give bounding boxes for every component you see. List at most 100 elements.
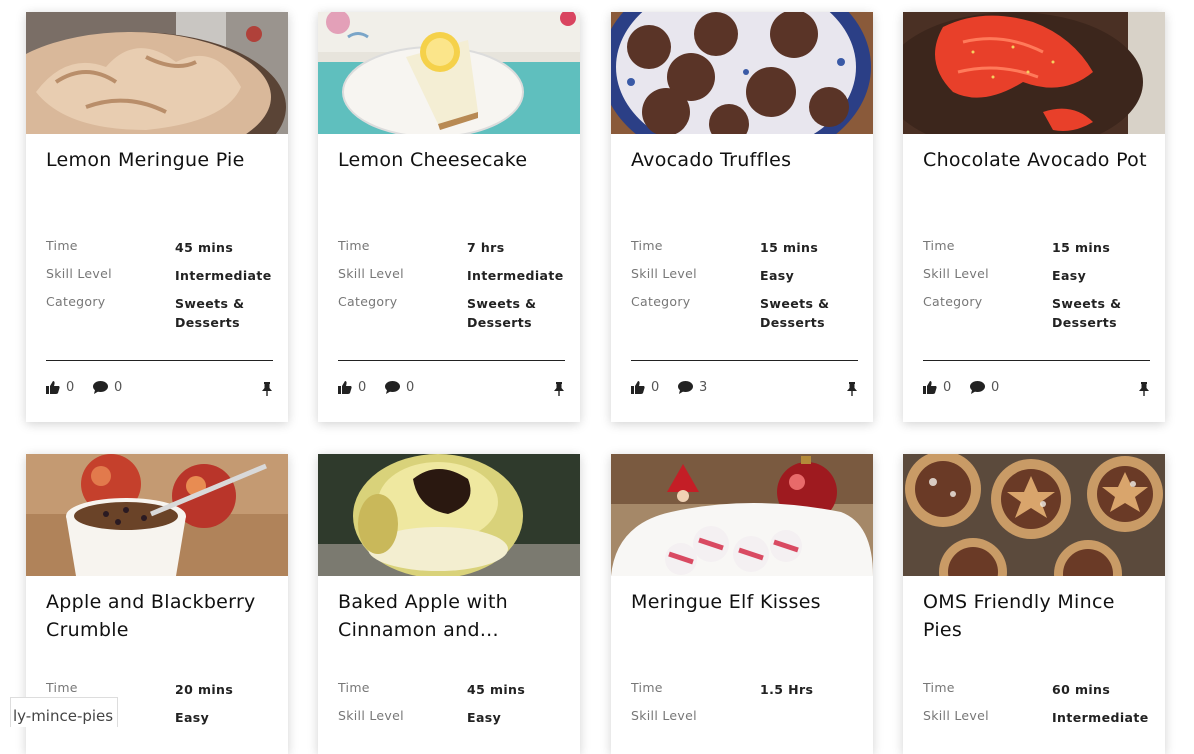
status-bar-url: ly-mince-pies	[10, 697, 119, 727]
recipe-meta: Time 7 hrs Skill Level Intermediate Catego…	[338, 238, 566, 338]
recipe-meta: Time 15 mins Skill Level Easy Category Swee…	[923, 238, 1151, 338]
skill-label: Skill Level	[923, 266, 989, 281]
recipe-meta: Time 45 mins Skill Level Easy	[338, 680, 566, 736]
card-actions: 0 0	[338, 380, 565, 400]
time-label: Time	[923, 238, 955, 253]
recipe-card[interactable]: Lemon Meringue Pie Time 45 mins Skill Lev…	[26, 12, 288, 422]
recipe-grid: Lemon Meringue Pie Time 45 mins Skill Lev…	[0, 0, 1194, 754]
thumbs-up-icon	[46, 381, 60, 394]
skill-value: Easy	[1052, 268, 1087, 283]
card-divider	[923, 360, 1150, 361]
recipe-image-mince-pies[interactable]	[903, 454, 1165, 576]
comment-count: 0	[406, 380, 415, 395]
time-value: 20 mins	[175, 682, 234, 697]
recipe-image-avocado-truffles[interactable]	[611, 12, 873, 134]
time-label: Time	[631, 680, 663, 695]
recipe-card[interactable]: OMS Friendly Mince Pies Time 60 mins Skil…	[903, 454, 1165, 754]
comment-count: 3	[699, 380, 708, 395]
pin-button[interactable]	[261, 382, 273, 400]
time-value: 15 mins	[1052, 240, 1111, 255]
like-count: 0	[66, 380, 75, 395]
skill-label: Skill Level	[338, 708, 404, 723]
time-value: 60 mins	[1052, 682, 1111, 697]
comment-button[interactable]: 0	[970, 380, 999, 395]
like-button[interactable]: 0	[631, 380, 659, 395]
category-label: Category	[338, 294, 398, 309]
recipe-title[interactable]: Meringue Elf Kisses	[631, 588, 859, 616]
comment-icon	[93, 381, 108, 394]
thumbs-up-icon	[923, 381, 937, 394]
recipe-title[interactable]: OMS Friendly Mince Pies	[923, 588, 1151, 644]
category-value: Sweets & Desserts	[1052, 296, 1122, 330]
time-label: Time	[338, 238, 370, 253]
skill-value: Easy	[760, 268, 795, 283]
recipe-image-meringue-elf-kisses[interactable]	[611, 454, 873, 576]
like-count: 0	[651, 380, 660, 395]
comment-count: 0	[991, 380, 1000, 395]
card-actions: 0 0	[923, 380, 1150, 400]
time-label: Time	[46, 238, 78, 253]
pin-icon	[1139, 382, 1149, 396]
recipe-meta: Time 45 mins Skill Level Intermediate Cate…	[46, 238, 274, 338]
pin-icon	[262, 382, 272, 396]
category-label: Category	[923, 294, 983, 309]
pin-icon	[847, 382, 857, 396]
time-value: 1.5 Hrs	[760, 682, 814, 697]
like-button[interactable]: 0	[923, 380, 951, 395]
category-value: Sweets & Desserts	[760, 296, 830, 330]
pin-icon	[554, 382, 564, 396]
skill-label: Skill Level	[338, 266, 404, 281]
comment-button[interactable]: 0	[93, 380, 122, 395]
like-button[interactable]: 0	[46, 380, 74, 395]
recipe-title[interactable]: Apple and Blackberry Crumble	[46, 588, 274, 644]
category-label: Category	[631, 294, 691, 309]
comment-count: 0	[114, 380, 123, 395]
recipe-title[interactable]: Chocolate Avocado Pot	[923, 146, 1151, 174]
comment-button[interactable]: 3	[678, 380, 707, 395]
recipe-card[interactable]: Avocado Truffles Time 15 mins Skill Level…	[611, 12, 873, 422]
pin-button[interactable]	[553, 382, 565, 400]
recipe-image-baked-apple[interactable]	[318, 454, 580, 576]
skill-value: Intermediate	[1052, 710, 1149, 725]
skill-value: Easy	[175, 710, 210, 725]
comment-icon	[970, 381, 985, 394]
time-value: 7 hrs	[467, 240, 505, 255]
recipe-image-lemon-meringue-pie[interactable]	[26, 12, 288, 134]
comment-button[interactable]: 0	[385, 380, 414, 395]
recipe-title[interactable]: Baked Apple with Cinnamon and...	[338, 588, 566, 644]
comment-icon	[678, 381, 693, 394]
recipe-title[interactable]: Avocado Truffles	[631, 146, 859, 174]
recipe-image-chocolate-avocado-pot[interactable]	[903, 12, 1165, 134]
recipe-meta: Time 1.5 Hrs Skill Level	[631, 680, 859, 736]
card-actions: 0 0	[46, 380, 273, 400]
skill-value: Intermediate	[467, 268, 564, 283]
time-value: 15 mins	[760, 240, 819, 255]
recipe-card[interactable]: Chocolate Avocado Pot Time 15 mins Skill …	[903, 12, 1165, 422]
category-label: Category	[46, 294, 106, 309]
recipe-card[interactable]: Lemon Cheesecake Time 7 hrs Skill Level In…	[318, 12, 580, 422]
recipe-title[interactable]: Lemon Meringue Pie	[46, 146, 274, 174]
thumbs-up-icon	[631, 381, 645, 394]
thumbs-up-icon	[338, 381, 352, 394]
recipe-card[interactable]: Meringue Elf Kisses Time 1.5 Hrs Skill Le…	[611, 454, 873, 754]
like-count: 0	[943, 380, 952, 395]
skill-label: Skill Level	[631, 708, 697, 723]
like-button[interactable]: 0	[338, 380, 366, 395]
skill-label: Skill Level	[923, 708, 989, 723]
recipe-image-apple-blackberry-crumble[interactable]	[26, 454, 288, 576]
time-label: Time	[923, 680, 955, 695]
skill-value: Easy	[467, 710, 502, 725]
pin-button[interactable]	[846, 382, 858, 400]
category-value: Sweets & Desserts	[175, 296, 245, 330]
recipe-title[interactable]: Lemon Cheesecake	[338, 146, 566, 174]
time-value: 45 mins	[175, 240, 234, 255]
pin-button[interactable]	[1138, 382, 1150, 400]
recipe-card[interactable]: Baked Apple with Cinnamon and... Time 45 …	[318, 454, 580, 754]
time-value: 45 mins	[467, 682, 526, 697]
recipe-image-lemon-cheesecake[interactable]	[318, 12, 580, 134]
category-value: Sweets & Desserts	[467, 296, 537, 330]
time-label: Time	[46, 680, 78, 695]
skill-value: Intermediate	[175, 268, 272, 283]
card-divider	[46, 360, 273, 361]
like-count: 0	[358, 380, 367, 395]
